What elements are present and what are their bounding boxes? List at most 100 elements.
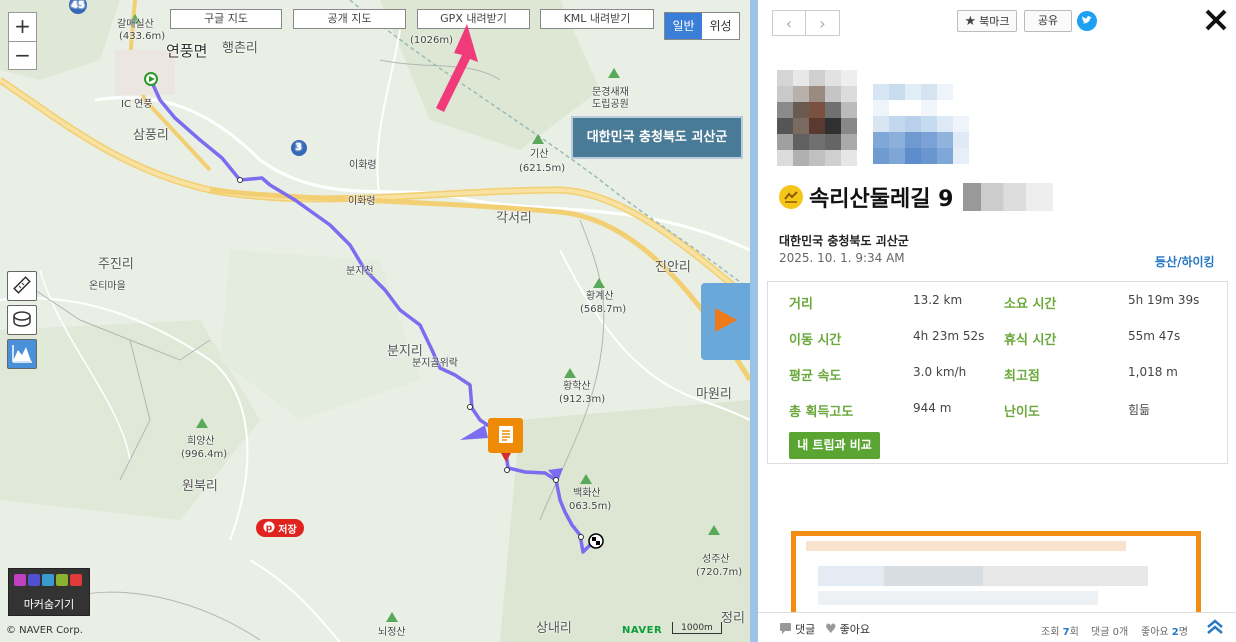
stat-value: 13.2 km	[913, 293, 963, 307]
map-type-toggle: 일반 위성	[664, 12, 740, 40]
marker-toggle-label: 마커숨기기	[23, 598, 75, 611]
play-arrow-icon	[713, 306, 739, 337]
road-3-label: 3	[295, 142, 302, 153]
stat-label: 최고점	[1004, 369, 1040, 384]
peak-height: (433.6m)	[119, 31, 166, 42]
region-label: 대한민국 충청북도 괴산군	[571, 116, 743, 159]
map-view[interactable]: 45 3 갈매실산 (433.6m) 연풍면 행촌리 IC 연풍 삼풍리 이화령…	[0, 0, 750, 642]
double-chevron-up-icon	[1206, 618, 1224, 638]
trip-region: 대한민국 충청북도 괴산군	[779, 234, 909, 248]
chevron-left-icon: ‹	[785, 13, 793, 33]
zoom-out-button[interactable]: −	[9, 41, 36, 69]
area-tool-button[interactable]	[7, 305, 37, 335]
stat-row: 총 획득고도 944 m 난이도 힘듦	[768, 401, 1227, 421]
stat-value: 944 m	[913, 401, 952, 415]
town-label: 연풍면	[166, 42, 208, 60]
google-map-button[interactable]: 구글 지도	[170, 9, 282, 29]
trip-detail-panel: ‹ › ★ 북마크 공유 속리산둘레길 9 대한민국 충청북도 괴산군 2025…	[758, 0, 1236, 642]
elevation-chart-icon	[11, 342, 33, 367]
twitter-icon	[1081, 14, 1093, 28]
village-label: 원북리	[182, 479, 218, 494]
peak-height: (912.3m)	[559, 394, 606, 405]
stat-row: 평균 속도 3.0 km/h 최고점 1,018 m	[768, 365, 1227, 385]
panel-toggle-button[interactable]	[701, 283, 750, 360]
svg-text:p: p	[266, 523, 273, 533]
map-terrain	[0, 0, 750, 642]
ruler-icon	[11, 274, 33, 299]
flag-marker-icon	[70, 574, 82, 586]
trip-title-text: 속리산둘레길 9	[809, 187, 954, 212]
ad-banner[interactable]	[791, 531, 1201, 621]
bookmark-label: 북마크	[979, 15, 1010, 28]
view-count: 조회 7회	[1041, 627, 1079, 638]
compare-my-trip-button[interactable]: 내 트립과 비교	[789, 432, 880, 459]
next-trip-button[interactable]: ›	[806, 10, 840, 36]
memo-marker-icon	[56, 574, 68, 586]
pinterest-save-button[interactable]: p 저장	[256, 519, 304, 537]
trip-date: 2025. 10. 1. 9:34 AM	[779, 251, 905, 265]
stat-value: 1,018 m	[1128, 365, 1178, 379]
public-map-button[interactable]: 공개 지도	[293, 9, 406, 29]
video-marker-icon	[28, 574, 40, 586]
star-icon: ★	[964, 13, 977, 29]
village-label: 마원리	[696, 387, 732, 402]
peak-label: 황학산	[563, 381, 591, 392]
village-label: 진안리	[655, 260, 691, 275]
memo-marker[interactable]	[488, 418, 523, 462]
ruler-tool-button[interactable]	[7, 271, 37, 301]
like-count: 좋아요 2명	[1141, 627, 1188, 638]
save-label: 저장	[278, 524, 297, 536]
avatar[interactable]	[777, 70, 857, 166]
village-label: 각서리	[496, 211, 532, 226]
chevron-right-icon: ›	[819, 13, 826, 33]
close-icon	[1203, 9, 1229, 36]
village-label: 분지리	[387, 344, 423, 359]
stat-label: 휴식 시간	[1004, 333, 1057, 348]
panel-divider	[750, 0, 758, 642]
share-button[interactable]: 공유	[1024, 10, 1072, 32]
username-blurred[interactable]	[873, 84, 969, 164]
activity-category-link[interactable]: 등산/하이킹	[1155, 253, 1215, 270]
twitter-share-button[interactable]	[1077, 11, 1097, 31]
pinterest-icon: p	[263, 521, 275, 536]
like-button[interactable]: ♥ 좋아요	[825, 621, 870, 637]
prev-trip-button[interactable]: ‹	[772, 10, 806, 36]
kml-download-button[interactable]: KML 내려받기	[540, 9, 654, 29]
bookmark-button[interactable]: ★ 북마크	[957, 10, 1017, 32]
hiking-category-icon	[779, 185, 803, 209]
trip-nav: ‹ ›	[772, 10, 840, 36]
elevation-tool-button[interactable]	[7, 339, 37, 369]
peak-label: 백화산	[573, 488, 601, 499]
scroll-top-button[interactable]	[1200, 617, 1230, 639]
peak-height: (568.7m)	[580, 304, 627, 315]
peak-label: 성주산	[702, 554, 730, 565]
stat-label: 거리	[789, 297, 813, 312]
copyright-text: © NAVER Corp.	[6, 625, 83, 636]
peak-label: 희양산	[187, 436, 215, 447]
map-type-satellite[interactable]: 위성	[702, 13, 739, 39]
trip-title: 속리산둘레길 9	[779, 181, 1054, 213]
peak-label: 갈매실산	[117, 19, 154, 30]
zoom-in-button[interactable]: +	[9, 13, 36, 41]
marker-hide-toggle[interactable]: 마커숨기기	[8, 568, 90, 616]
comment-label: 댓글	[795, 623, 816, 636]
peak-height: 063.5m)	[569, 501, 612, 512]
peak-height: (720.7m)	[696, 567, 743, 578]
village-label: 온티마을	[89, 281, 126, 292]
poi-label: 분지골위락	[412, 358, 458, 369]
village-label: 정리	[721, 611, 745, 626]
naver-logo: NAVER	[622, 625, 663, 636]
photo-marker-icon	[14, 574, 26, 586]
comment-button[interactable]: 댓글	[779, 621, 815, 637]
stat-value: 5h 19m 39s	[1128, 293, 1200, 307]
heart-icon: ♥	[825, 621, 837, 637]
map-type-normal[interactable]: 일반	[665, 13, 702, 39]
road-45-label: 45	[71, 0, 85, 11]
village-label: 상내리	[536, 621, 572, 636]
peak-height: (621.5m)	[519, 163, 566, 174]
panel-footer: 댓글 ♥ 좋아요 조회 7회 댓글 0개 좋아요 2명	[758, 612, 1236, 642]
close-button[interactable]	[1203, 7, 1229, 33]
stat-row: 거리 13.2 km 소요 시간 5h 19m 39s	[768, 293, 1227, 313]
peak-label: 황계산	[586, 291, 614, 302]
pin-marker-icon	[42, 574, 54, 586]
